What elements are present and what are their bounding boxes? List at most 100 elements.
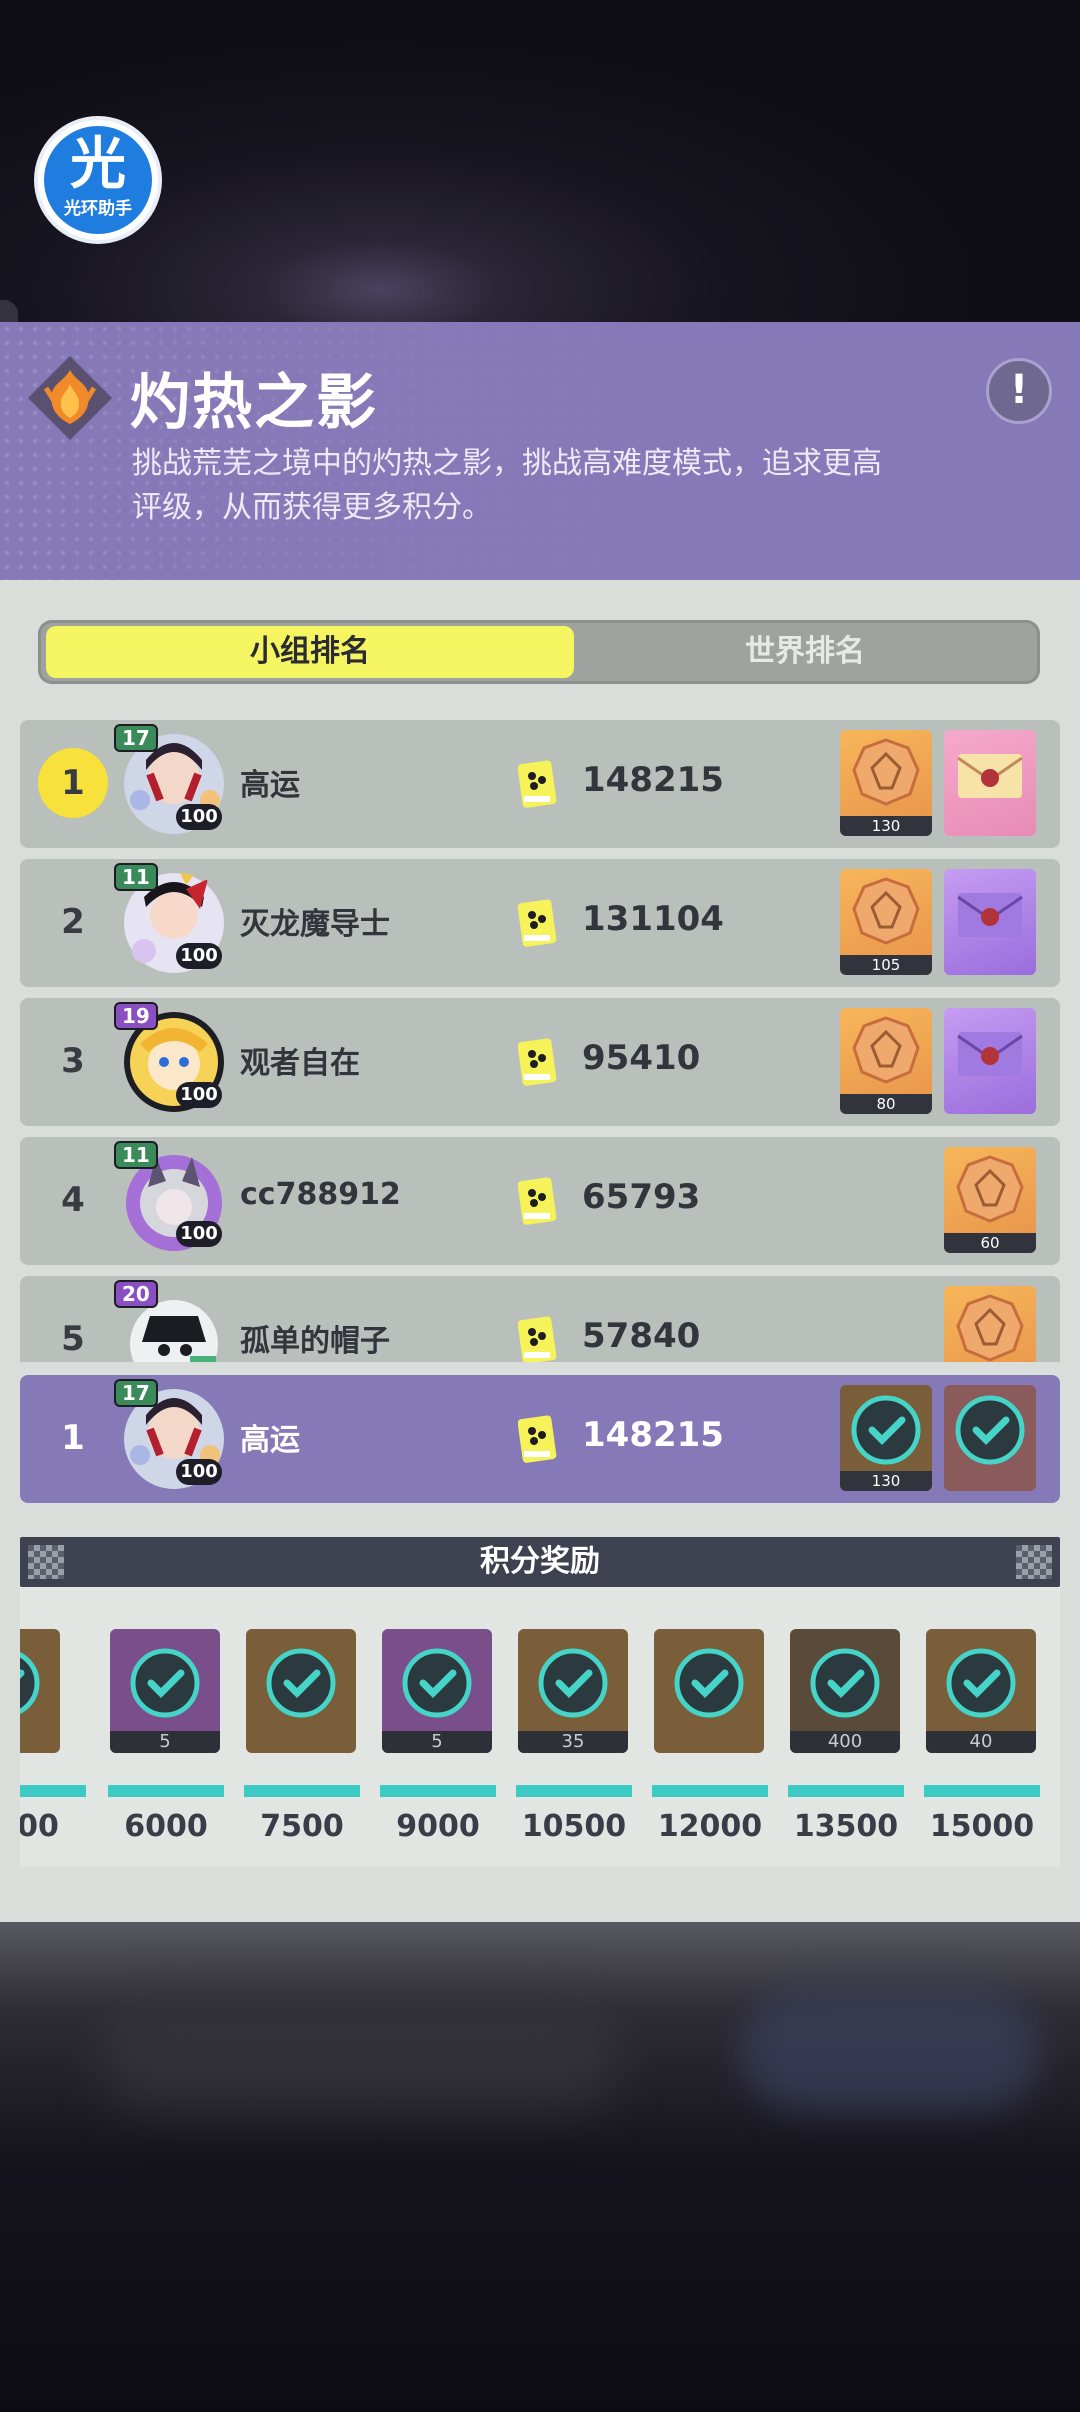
points-threshold: 15000 [929,1809,1035,1844]
player-cap: 100 [176,1459,222,1485]
assistant-logo: 光 光环助手 [44,126,152,234]
points-reward-header: 积分奖励 [20,1537,1060,1587]
reward-coin[interactable]: 105 [840,869,932,975]
ranking-row[interactable]: 2 11 100 灭龙魔导士 131104 105 [20,859,1060,987]
flame-emblem-icon [28,356,112,440]
points-reward-card[interactable]: 5 [110,1629,220,1753]
checkmark-icon [20,1651,40,1715]
rank-number: 1 [38,748,108,818]
reward-coin[interactable]: 60 [944,1147,1036,1253]
event-title: 灼热之影 [130,368,378,438]
reward-mail[interactable] [944,869,1036,975]
reward-coin[interactable]: 130 [840,730,932,836]
checkmark-icon [851,1395,921,1465]
player-cap: 100 [176,1221,222,1247]
points-threshold: 10500 [521,1809,627,1844]
checkmark-icon [130,1648,200,1718]
progress-segment [788,1785,904,1797]
rank-number: 1 [61,1418,85,1458]
reward-mail[interactable] [944,730,1036,836]
points-threshold: 00 [20,1809,59,1844]
coin-icon [956,1155,1024,1223]
points-reward-card[interactable] [20,1629,60,1753]
rank-number: 4 [61,1180,85,1220]
player-cap: 100 [176,943,222,969]
player-score: 148215 [582,760,724,800]
progress-segment [20,1785,86,1797]
score-ticket-icon [518,1038,557,1086]
checkmark-icon [402,1648,472,1718]
reward-claimed[interactable]: 130 [840,1385,932,1491]
envelope-icon [957,893,1023,937]
coin-icon [852,738,920,806]
score-ticket-icon [518,1177,557,1225]
points-threshold: 13500 [793,1809,899,1844]
checkmark-icon [266,1648,336,1718]
ranking-row[interactable]: 5 20 孤单的帽子 57840 [20,1276,1060,1362]
progress-segment [108,1785,224,1797]
player-score: 57840 [582,1316,701,1356]
points-reward-card[interactable]: 5 [382,1629,492,1753]
player-level: 17 [114,724,158,752]
player-level: 19 [114,1002,158,1030]
checkmark-icon [810,1648,880,1718]
points-threshold: 9000 [396,1809,480,1844]
reward-count: 130 [840,816,932,836]
coin-icon [956,1294,1024,1362]
reward-coin[interactable] [944,1286,1036,1362]
player-level: 11 [114,1141,158,1169]
player-level: 20 [114,1280,158,1308]
ranking-tabs: 小组排名 世界排名 [38,620,1040,684]
player-score: 131104 [582,899,724,939]
ranking-row[interactable]: 1 17 100 高运 148215 130 [20,720,1060,848]
self-ranking-row[interactable]: 1 17 100 高运 148215 130 [20,1375,1060,1503]
reward-mail[interactable] [944,1008,1036,1114]
reward-coin[interactable]: 80 [840,1008,932,1114]
reward-count: 105 [840,955,932,975]
score-ticket-icon [518,1415,557,1463]
event-header: 灼热之影 挑战荒芜之境中的灼热之影，挑战高难度模式，追求更高评级，从而获得更多积… [0,322,1080,580]
points-threshold: 6000 [124,1809,208,1844]
reward-claimed[interactable] [944,1385,1036,1491]
reward-count: 5 [110,1731,220,1753]
player-name: 灭龙魔导士 [240,907,390,942]
assistant-float-button[interactable]: 光 光环助手 [38,120,158,240]
coin-icon [852,1016,920,1084]
player-name: 高运 [240,768,300,803]
points-reward-card[interactable]: 35 [518,1629,628,1753]
info-button[interactable]: ! [986,358,1052,424]
ranking-row[interactable]: 4 11 100 cc788912 65793 60 [20,1137,1060,1265]
reward-count: 400 [790,1731,900,1753]
player-cap: 100 [176,1082,222,1108]
points-reward-title: 积分奖励 [480,1544,600,1579]
envelope-icon [957,1032,1023,1076]
points-reward-track[interactable]: 5 5 35 400 40 00 6000 7500 9000 10500 12… [20,1587,1060,1867]
score-ticket-icon [518,1316,557,1362]
rank-number: 5 [61,1319,85,1359]
reward-count: 40 [926,1731,1036,1753]
checkmark-icon [674,1648,744,1718]
points-reward-card[interactable]: 400 [790,1629,900,1753]
reward-count: 130 [840,1471,932,1491]
player-score: 95410 [582,1038,701,1078]
ranking-row[interactable]: 3 19 100 观者自在 95410 80 [20,998,1060,1126]
tab-group-ranking[interactable]: 小组排名 [46,626,574,678]
rank-number: 3 [61,1041,85,1081]
player-name: 观者自在 [240,1046,360,1081]
rank-number: 2 [61,902,85,942]
player-level: 17 [114,1379,158,1407]
points-reward-card[interactable] [654,1629,764,1753]
player-cap: 100 [176,804,222,830]
checkmark-icon [538,1648,608,1718]
points-reward-card[interactable]: 40 [926,1629,1036,1753]
event-description: 挑战荒芜之境中的灼热之影，挑战高难度模式，追求更高评级，从而获得更多积分。 [132,446,882,525]
top-background [0,0,1080,330]
reward-count: 35 [518,1731,628,1753]
coin-icon [852,877,920,945]
points-reward-card[interactable] [246,1629,356,1753]
ranking-list[interactable]: 1 17 100 高运 148215 130 2 11 100 灭龙魔导士 13… [20,720,1060,1362]
checkmark-icon [955,1395,1025,1465]
tab-world-ranking[interactable]: 世界排名 [578,626,1032,678]
assistant-logo-char: 光 [70,132,126,197]
progress-segment [244,1785,360,1797]
